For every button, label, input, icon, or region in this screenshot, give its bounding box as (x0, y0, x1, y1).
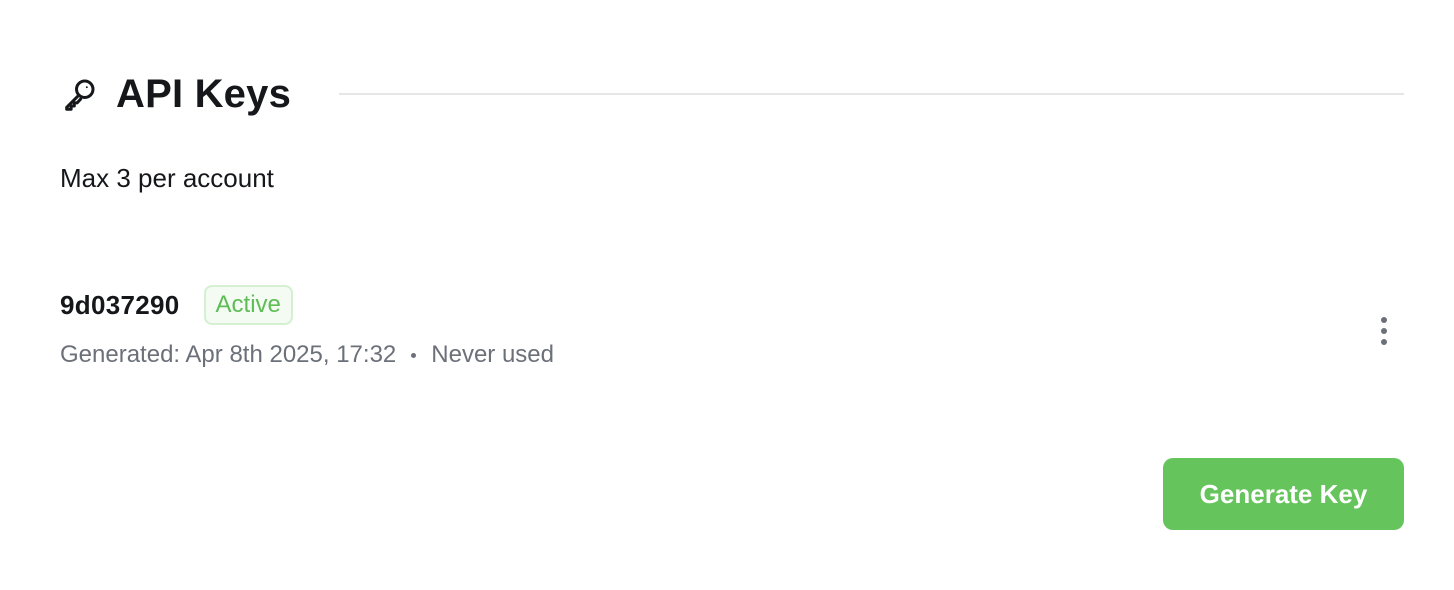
menu-dot (1381, 328, 1387, 334)
key-id-line: 9d037290 Active (60, 285, 1404, 325)
separator-dot (411, 352, 417, 358)
key-metadata: Generated: Apr 8th 2025, 17:32 Never use… (60, 341, 1404, 369)
menu-dot (1381, 339, 1387, 345)
api-key-row: 9d037290 Active Generated: Apr 8th 2025,… (60, 285, 1404, 385)
key-limit-note: Max 3 per account (60, 163, 274, 193)
menu-dot (1381, 317, 1387, 323)
generated-timestamp: Generated: Apr 8th 2025, 17:32 (60, 341, 397, 368)
last-used-text: Never used (431, 341, 554, 368)
status-badge: Active (203, 285, 293, 325)
page-title: API Keys (116, 71, 292, 116)
generate-key-button[interactable]: Generate Key (1163, 458, 1404, 530)
more-vertical-icon[interactable] (1364, 309, 1404, 353)
section-header: API Keys (60, 68, 1404, 120)
key-icon (60, 74, 100, 114)
header-divider (339, 93, 1404, 95)
api-key-id: 9d037290 (60, 289, 180, 320)
